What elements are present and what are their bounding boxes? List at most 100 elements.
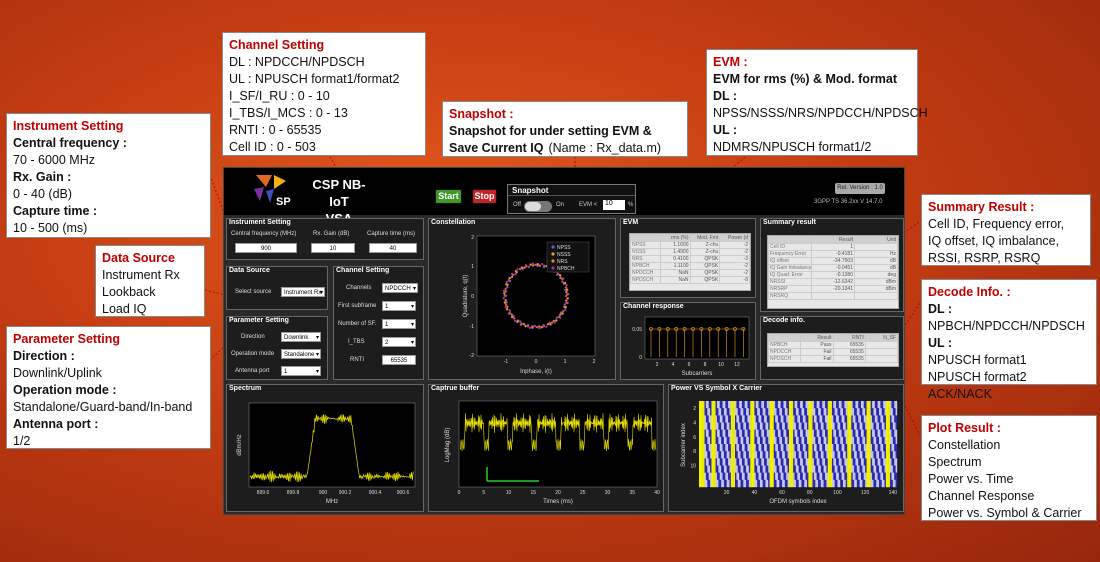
x-tick-label: 0 — [535, 359, 538, 365]
heatmap-cell — [892, 451, 895, 459]
x-tick-label: 10 — [506, 490, 512, 496]
rx-gain-input[interactable]: 10 — [311, 243, 355, 253]
heatmap-cell — [755, 472, 758, 481]
heatmap-cell — [811, 422, 813, 430]
heatmap-cell — [751, 415, 754, 423]
heatmap-cell — [876, 479, 878, 488]
heatmap-cell — [869, 465, 871, 473]
heatmap-cell — [843, 479, 845, 488]
heatmap-cell — [874, 479, 877, 488]
heatmap-cell — [852, 465, 855, 473]
heatmap-cell — [816, 479, 819, 488]
table-header: Result — [811, 236, 855, 244]
heatmap-cell — [851, 458, 853, 466]
heatmap-cell — [827, 465, 830, 473]
heatmap-cell — [791, 465, 794, 473]
antenna-port-dropdown[interactable]: 1 — [281, 366, 321, 376]
heatmap-cell — [856, 408, 859, 416]
heatmap-cell — [877, 408, 880, 416]
heatmap-cell — [753, 472, 755, 481]
heatmap-cell — [700, 444, 702, 452]
number-of-sf-dropdown[interactable]: 1 — [382, 319, 416, 329]
callout-text: Spectrum — [928, 455, 982, 469]
heatmap-cell — [809, 479, 812, 488]
first-subframe-dropdown[interactable]: 1 — [382, 301, 416, 311]
heatmap-cell — [710, 401, 712, 409]
power-symbol-carrier-panel: Power VS Symbol X Carrier 20 40 60 80 100 120… — [668, 384, 904, 512]
heatmap-cell — [865, 415, 867, 423]
heatmap-cell — [747, 436, 750, 445]
heatmap-cell — [819, 444, 822, 452]
heatmap-cell — [852, 415, 855, 423]
heatmap-cell — [840, 451, 842, 459]
heatmap-cell — [722, 401, 725, 409]
heatmap-cell — [895, 429, 898, 438]
heatmap-cell — [855, 444, 858, 452]
channels-dropdown[interactable]: NPDCCH — [382, 283, 418, 293]
heatmap-cell — [705, 458, 708, 466]
panel-title: Data Source — [229, 267, 270, 274]
direction-dropdown[interactable]: Downlink — [281, 332, 321, 342]
constellation-point — [564, 308, 567, 311]
heatmap-cell — [825, 429, 827, 438]
evm-threshold-input[interactable]: 10 — [603, 200, 625, 210]
operation-mode-dropdown[interactable]: Standalone — [281, 349, 321, 359]
heatmap-cell — [798, 436, 801, 445]
heatmap-cell — [848, 451, 851, 459]
heatmap-cell — [863, 415, 866, 423]
heatmap-cell — [851, 436, 853, 445]
heatmap-cell — [890, 472, 892, 481]
heatmap-cell — [798, 451, 801, 459]
legend-marker — [551, 266, 555, 270]
heatmap-cell — [759, 436, 762, 445]
panel-title: EVM — [623, 219, 639, 226]
heatmap-cell — [732, 401, 734, 409]
heatmap-cell — [862, 458, 864, 466]
snapshot-toggle[interactable] — [524, 201, 552, 212]
heatmap-cell — [840, 458, 842, 466]
heatmap-cell — [805, 408, 808, 416]
callout-text: Save Current IQ — [449, 141, 544, 155]
heatmap-cell — [843, 444, 845, 452]
y-tick-label: 10 — [690, 464, 696, 470]
heatmap-cell — [845, 436, 848, 445]
heatmap-cell — [730, 422, 733, 430]
heatmap-cell — [830, 415, 833, 423]
heatmap-cell — [812, 436, 815, 445]
heatmap-cell — [784, 479, 787, 488]
central-frequency-input[interactable]: 900 — [235, 243, 297, 253]
heatmap-cell — [737, 458, 740, 466]
heatmap-cell — [766, 458, 769, 466]
heatmap-cell — [784, 429, 787, 438]
table-row: NRSRQ — [768, 292, 898, 300]
heatmap-cell — [827, 472, 830, 481]
heatmap-cell — [737, 451, 740, 459]
heatmap-cell — [818, 401, 820, 409]
heatmap-cell — [872, 401, 874, 409]
heatmap-cell — [797, 429, 799, 438]
heatmap-cell — [891, 472, 894, 481]
heatmap-cell — [829, 401, 831, 409]
heatmap-cell — [779, 444, 781, 452]
heatmap-cell — [728, 401, 730, 409]
heatmap-cell — [775, 429, 777, 438]
heatmap-cell — [755, 429, 758, 438]
heatmap-cell — [807, 401, 809, 409]
x-tick-label: 15 — [530, 490, 536, 496]
rnti-input[interactable]: 65535 — [382, 355, 416, 365]
heatmap-cell — [834, 415, 837, 423]
itbs-dropdown[interactable]: 2 — [382, 337, 416, 347]
table-cell: QPSK — [689, 269, 721, 277]
heatmap-cell — [744, 465, 747, 473]
panel-title: Spectrum — [229, 385, 262, 392]
stop-button[interactable]: Stop — [472, 189, 497, 204]
heatmap-cell — [869, 458, 871, 466]
heatmap-cell — [804, 401, 806, 409]
start-button[interactable]: Start — [435, 189, 462, 204]
capture-time-input[interactable]: 40 — [369, 243, 417, 253]
heatmap-cell — [879, 458, 881, 466]
heatmap-cell — [711, 429, 714, 438]
select-source-dropdown[interactable]: Instrument Rx — [281, 287, 325, 297]
heatmap-cell — [881, 472, 884, 481]
heatmap-cell — [876, 444, 878, 452]
